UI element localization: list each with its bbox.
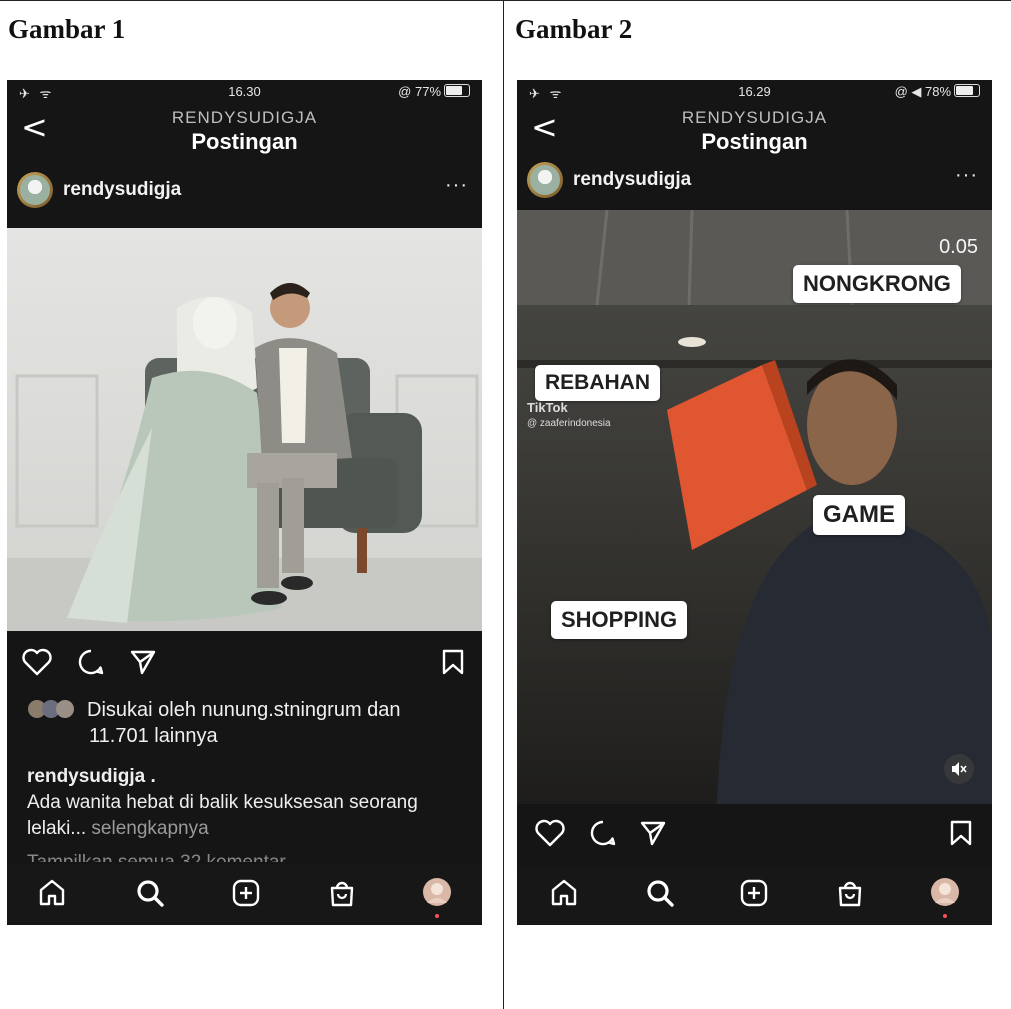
wedding-photo-illustration bbox=[7, 228, 482, 631]
see-more-link[interactable]: selengkapnya bbox=[91, 818, 208, 839]
nav-header: < RENDYSUDIGJA Postingan bbox=[517, 102, 992, 154]
column-divider bbox=[503, 0, 504, 1009]
tiktok-watermark: TikTok bbox=[527, 400, 568, 415]
battery-icon bbox=[444, 84, 470, 97]
profile-avatar[interactable] bbox=[929, 876, 961, 908]
shop-icon[interactable] bbox=[835, 878, 865, 908]
caption-body: Ada wanita hebat di balik kesuksesan seo… bbox=[27, 792, 418, 839]
sticker-rebahan: REBAHAN bbox=[535, 365, 660, 401]
home-icon[interactable] bbox=[37, 878, 67, 908]
speaker-muted-icon bbox=[952, 762, 967, 776]
video-timer: 0.05 bbox=[939, 236, 978, 258]
battery-text: @ 77% bbox=[398, 84, 441, 99]
home-icon[interactable] bbox=[549, 878, 579, 908]
search-icon[interactable] bbox=[135, 878, 165, 908]
mute-button[interactable] bbox=[944, 754, 974, 784]
comment-icon[interactable] bbox=[77, 648, 105, 676]
battery-text: @ ◀ 78% bbox=[894, 84, 951, 99]
profile-avatar[interactable] bbox=[421, 876, 453, 908]
post-photo[interactable] bbox=[7, 228, 482, 631]
frame-top-border bbox=[0, 0, 1011, 1]
post-caption: rendysudigja . Ada wanita hebat di balik… bbox=[27, 764, 477, 842]
bookmark-icon[interactable] bbox=[441, 648, 465, 676]
profile-notification-dot bbox=[435, 914, 439, 918]
likes-text[interactable]: Disukai oleh nunung.stningrum dan bbox=[87, 699, 401, 721]
post-actions bbox=[517, 813, 992, 863]
phone-screenshot-2: ✈ ᯤ 16.29 @ ◀ 78% < RENDYSUDIGJA Posting… bbox=[517, 80, 992, 925]
profile-notification-dot bbox=[943, 914, 947, 918]
battery-indicator: @ ◀ 78% bbox=[895, 84, 980, 100]
post-header: rendysudigja ··· bbox=[7, 168, 482, 212]
page-title: Postingan bbox=[191, 129, 298, 154]
share-icon[interactable] bbox=[129, 648, 157, 676]
view-comments-link[interactable]: Tampilkan semua 32 komentar bbox=[27, 852, 286, 862]
bottom-tab-bar bbox=[517, 866, 992, 924]
comment-icon[interactable] bbox=[589, 819, 617, 847]
tiktok-handle: @ zaaferindonesia bbox=[527, 418, 611, 429]
share-icon[interactable] bbox=[639, 819, 667, 847]
more-options-icon[interactable]: ··· bbox=[445, 174, 468, 197]
phone-screenshot-1: ✈ ᯤ 16.30 @ 77% < RENDYSUDIGJA Postingan… bbox=[7, 80, 482, 925]
post-username[interactable]: rendysudigja bbox=[63, 179, 181, 201]
left-caption: Gambar 1 bbox=[8, 14, 126, 44]
sticker-nongkrong: NONGKRONG bbox=[793, 265, 961, 303]
nav-account-name: RENDYSUDIGJA bbox=[681, 108, 828, 127]
liker-avatars bbox=[28, 700, 74, 718]
post-video[interactable]: 0.05 NONGKRONG REBAHAN TikTok @ zaaferin… bbox=[517, 210, 992, 804]
search-icon[interactable] bbox=[645, 878, 675, 908]
post-actions bbox=[7, 640, 482, 690]
page-title: Postingan bbox=[701, 129, 808, 154]
right-caption: Gambar 2 bbox=[515, 14, 633, 44]
shop-icon[interactable] bbox=[327, 878, 357, 908]
likes-summary: Disukai oleh nunung.stningrum dan 11.701… bbox=[27, 697, 472, 749]
heart-icon[interactable] bbox=[535, 819, 565, 847]
caption-username[interactable]: rendysudigja . bbox=[27, 764, 477, 790]
post-username[interactable]: rendysudigja bbox=[573, 169, 691, 191]
add-icon[interactable] bbox=[231, 878, 261, 908]
battery-icon bbox=[954, 84, 980, 97]
heart-icon[interactable] bbox=[22, 648, 52, 676]
sticker-game: GAME bbox=[813, 495, 905, 535]
more-options-icon[interactable]: ··· bbox=[955, 164, 978, 187]
likes-count[interactable]: 11.701 lainnya bbox=[89, 725, 218, 747]
avatar[interactable] bbox=[17, 172, 53, 208]
bookmark-icon[interactable] bbox=[949, 819, 973, 847]
add-icon[interactable] bbox=[739, 878, 769, 908]
battery-indicator: @ 77% bbox=[398, 84, 470, 99]
nav-header: < RENDYSUDIGJA Postingan bbox=[7, 102, 482, 154]
sticker-shopping: SHOPPING bbox=[551, 601, 688, 639]
post-header: rendysudigja ··· bbox=[517, 158, 992, 202]
bottom-tab-bar bbox=[7, 864, 482, 922]
nav-account-name: RENDYSUDIGJA bbox=[171, 108, 318, 127]
avatar[interactable] bbox=[527, 162, 563, 198]
